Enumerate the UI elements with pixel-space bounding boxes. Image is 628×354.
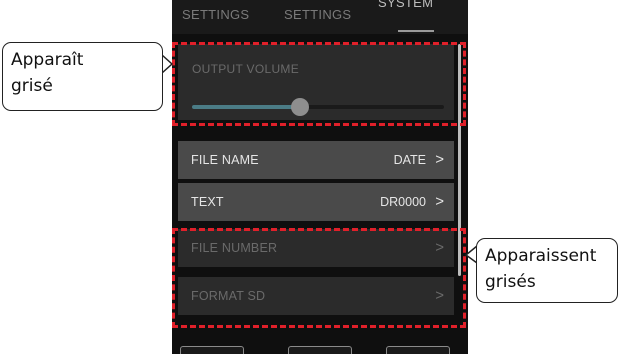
active-tab-indicator — [398, 30, 434, 32]
callout-right: Apparaissent grisés — [476, 238, 618, 303]
row-text[interactable]: TEXT DR0000 > — [178, 183, 454, 221]
tab-bar: SETTINGS SETTINGS SYSTEM — [172, 0, 468, 34]
tab-system[interactable]: SYSTEM — [378, 0, 433, 20]
bottom-button-1[interactable] — [180, 346, 244, 354]
chevron-right-icon: > — [435, 193, 444, 210]
bottom-button-3[interactable] — [386, 346, 450, 354]
highlight-box-dimmed-rows — [172, 228, 466, 328]
row-file-name[interactable]: FILE NAME DATE > — [178, 141, 454, 179]
highlight-box-output-volume — [172, 42, 466, 126]
chevron-right-icon: > — [435, 151, 444, 168]
callout-right-line2: grisés — [485, 272, 536, 292]
callout-left: Apparaît grisé — [2, 42, 163, 111]
callout-left-line1: Apparaît — [11, 50, 84, 70]
callout-right-line1: Apparaissent — [485, 246, 597, 266]
tab-settings-1[interactable]: SETTINGS — [182, 0, 249, 32]
tab-settings-2[interactable]: SETTINGS — [284, 0, 351, 32]
bottom-button-2[interactable] — [288, 346, 352, 354]
row-value: DATE — [393, 153, 426, 167]
callout-left-line2: grisé — [11, 76, 53, 96]
row-value: DR0000 — [380, 195, 426, 209]
row-label: TEXT — [191, 195, 224, 209]
row-label: FILE NAME — [191, 153, 259, 167]
callout-left-pointer — [161, 54, 174, 74]
